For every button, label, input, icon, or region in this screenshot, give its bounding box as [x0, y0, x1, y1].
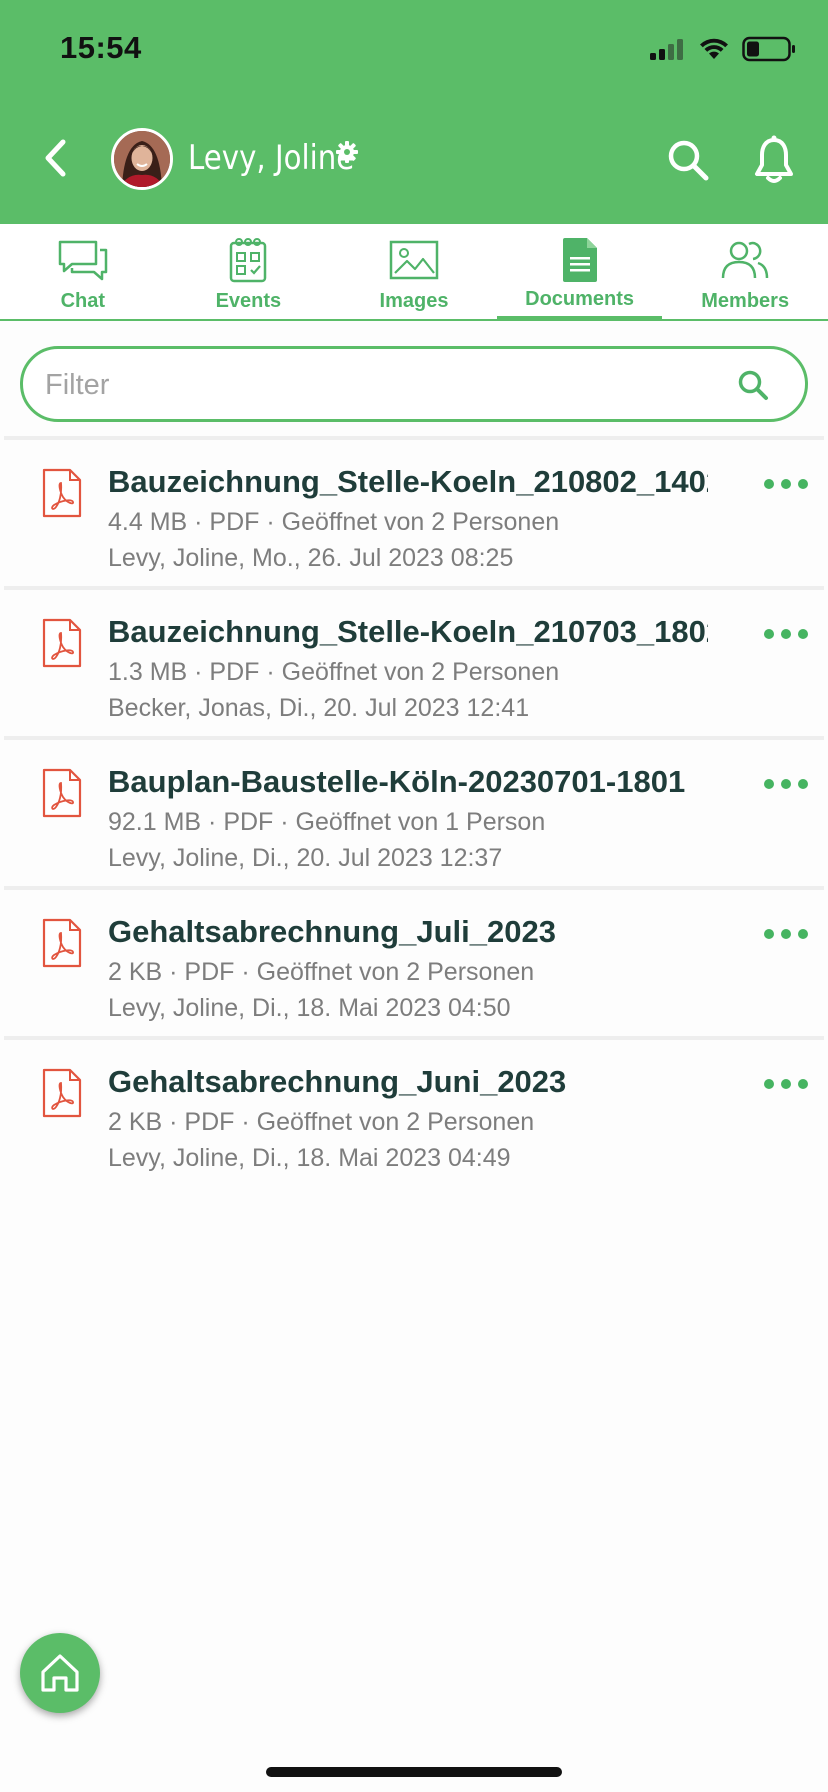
pdf-file-icon — [42, 1068, 82, 1118]
app-header: 15:54 Levy, Joline — [0, 0, 828, 224]
document-uploader-date: Levy, Joline, Di., 20. Jul 2023 12:37 — [108, 844, 503, 872]
tab-label: Chat — [60, 290, 106, 312]
document-meta: 2 KB · PDF · Geöffnet von 2 Personen — [108, 1108, 535, 1136]
filter-box — [20, 346, 808, 422]
document-row[interactable]: Bauzeichnung_Stelle-Koeln_210802_1402 4.… — [4, 436, 824, 586]
document-title: Bauplan-Baustelle-Köln-20230701-1801 — [108, 764, 686, 799]
more-options-button[interactable] — [764, 776, 808, 792]
more-options-button[interactable] — [764, 476, 808, 492]
more-dots-icon — [764, 629, 774, 639]
tab-documents[interactable]: Documents — [496, 224, 663, 321]
pdf-file-icon — [42, 468, 82, 518]
gear-icon[interactable] — [335, 140, 359, 164]
more-dots-icon — [764, 929, 774, 939]
more-options-button[interactable] — [764, 626, 808, 642]
status-icons — [650, 34, 796, 64]
document-meta: 4.4 MB · PDF · Geöffnet von 2 Personen — [108, 508, 560, 536]
more-options-button[interactable] — [764, 926, 808, 942]
more-dots-icon — [764, 779, 774, 789]
search-icon[interactable] — [664, 136, 712, 184]
tab-label: Events — [215, 290, 282, 312]
tab-events[interactable]: Events — [166, 224, 332, 319]
calendar-icon — [230, 238, 267, 283]
home-indicator — [266, 1767, 562, 1777]
battery-icon — [742, 36, 795, 62]
home-icon — [41, 1654, 79, 1692]
tab-chat[interactable]: Chat — [0, 224, 166, 319]
document-list: Bauzeichnung_Stelle-Koeln_210802_1402 4.… — [4, 436, 824, 1186]
filter-input[interactable] — [45, 367, 705, 403]
tab-label: Documents — [525, 288, 635, 310]
tab-label: Images — [379, 290, 449, 312]
document-meta: 2 KB · PDF · Geöffnet von 2 Personen — [108, 958, 535, 986]
document-title: Bauzeichnung_Stelle-Koeln_210703_1802 — [108, 614, 708, 649]
document-row[interactable]: Bauplan-Baustelle-Köln-20230701-1801 92.… — [4, 736, 824, 886]
document-title: Gehaltsabrechnung_Juni_2023 — [108, 1064, 567, 1099]
search-icon[interactable] — [735, 367, 771, 403]
tab-bar: Chat Events Images Documents Members — [0, 224, 828, 321]
back-button[interactable] — [36, 130, 76, 186]
chat-icon — [58, 240, 108, 281]
document-uploader-date: Becker, Jonas, Di., 20. Jul 2023 12:41 — [108, 694, 530, 722]
members-icon — [721, 241, 769, 279]
image-icon — [389, 240, 439, 280]
bell-icon[interactable] — [752, 134, 796, 186]
tab-images[interactable]: Images — [331, 224, 497, 319]
more-dots-icon — [764, 1079, 774, 1089]
document-row[interactable]: Gehaltsabrechnung_Juni_2023 2 KB · PDF ·… — [4, 1036, 824, 1186]
pdf-file-icon — [42, 918, 82, 968]
document-title: Gehaltsabrechnung_Juli_2023 — [108, 914, 556, 949]
pdf-file-icon — [42, 768, 82, 818]
home-button[interactable] — [20, 1633, 100, 1713]
pdf-file-icon — [42, 618, 82, 668]
document-uploader-date: Levy, Joline, Di., 18. Mai 2023 04:49 — [108, 1144, 511, 1172]
more-options-button[interactable] — [764, 1076, 808, 1092]
document-uploader-date: Levy, Joline, Mo., 26. Jul 2023 08:25 — [108, 544, 514, 572]
contact-name[interactable]: Levy, Joline — [188, 138, 354, 178]
tab-label: Members — [701, 290, 790, 312]
status-time: 15:54 — [60, 30, 142, 65]
contact-avatar[interactable] — [111, 128, 173, 190]
document-row[interactable]: Bauzeichnung_Stelle-Koeln_210703_1802 1.… — [4, 586, 824, 736]
tab-members[interactable]: Members — [662, 224, 828, 319]
document-meta: 92.1 MB · PDF · Geöffnet von 1 Person — [108, 808, 546, 836]
chevron-left-icon — [45, 139, 66, 177]
document-uploader-date: Levy, Joline, Di., 18. Mai 2023 04:50 — [108, 994, 511, 1022]
wifi-icon — [700, 38, 728, 59]
document-row[interactable]: Gehaltsabrechnung_Juli_2023 2 KB · PDF ·… — [4, 886, 824, 1036]
document-icon — [562, 238, 597, 282]
cellular-signal-icon — [650, 39, 683, 60]
avatar-photo — [114, 131, 170, 187]
document-meta: 1.3 MB · PDF · Geöffnet von 2 Personen — [108, 658, 560, 686]
more-dots-icon — [764, 479, 774, 489]
document-title: Bauzeichnung_Stelle-Koeln_210802_1402 — [108, 464, 708, 499]
